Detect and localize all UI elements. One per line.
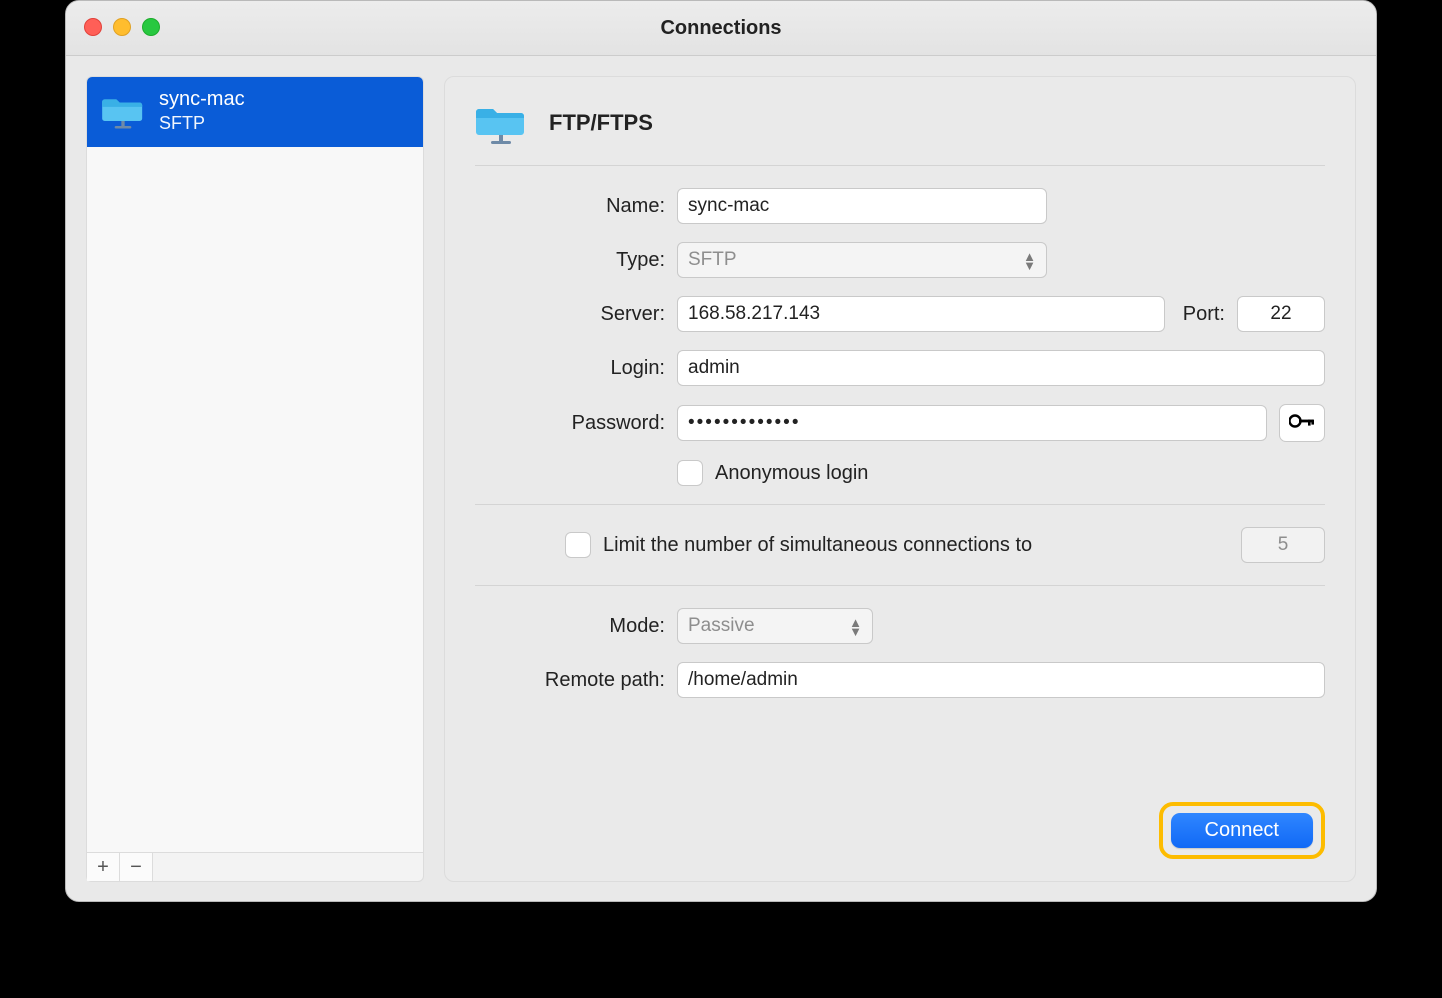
panel-title: FTP/FTPS [549, 110, 653, 136]
window-title: Connections [660, 17, 781, 40]
type-label: Type: [475, 249, 665, 272]
connection-name: sync-mac [159, 87, 245, 112]
mode-label: Mode: [475, 615, 665, 638]
anonymous-label: Anonymous login [715, 462, 868, 485]
connect-button[interactable]: Connect [1171, 813, 1314, 848]
type-select[interactable]: SFTP [677, 242, 1047, 278]
server-label: Server: [475, 303, 665, 326]
name-label: Name: [475, 195, 665, 218]
limit-connections-checkbox[interactable] [565, 532, 591, 558]
mode-value: Passive [688, 615, 755, 637]
content: sync-mac SFTP + − [66, 56, 1376, 902]
window-controls [84, 18, 160, 36]
connections-list[interactable]: sync-mac SFTP [86, 76, 424, 852]
zoom-window-button[interactable] [142, 18, 160, 36]
port-label: Port: [1177, 303, 1225, 326]
login-input[interactable] [677, 350, 1325, 386]
remote-path-input[interactable] [677, 662, 1325, 698]
server-input[interactable] [677, 296, 1165, 332]
login-label: Login: [475, 357, 665, 380]
network-folder-icon [475, 99, 527, 147]
divider [475, 504, 1325, 505]
limit-connections-label: Limit the number of simultaneous connect… [603, 534, 1229, 557]
connect-highlight: Connect [1159, 802, 1326, 859]
sidebar-toolbar: + − [86, 852, 424, 882]
minimize-window-button[interactable] [113, 18, 131, 36]
remove-connection-button[interactable]: − [120, 853, 153, 881]
mode-select[interactable]: Passive [677, 608, 873, 644]
connections-window: Connections sync-mac SFTP [65, 0, 1377, 902]
anonymous-checkbox[interactable] [677, 460, 703, 486]
connection-list-item[interactable]: sync-mac SFTP [87, 77, 423, 147]
network-folder-icon [101, 91, 145, 131]
password-label: Password: [475, 412, 665, 435]
keychain-button[interactable] [1279, 404, 1325, 442]
close-window-button[interactable] [84, 18, 102, 36]
divider [475, 165, 1325, 166]
titlebar: Connections [66, 1, 1376, 56]
connection-details-panel: FTP/FTPS Name: Type: SFTP Server: [444, 76, 1356, 882]
name-input[interactable] [677, 188, 1047, 224]
chevron-updown-icon [1023, 253, 1036, 270]
key-icon [1289, 413, 1315, 434]
remote-path-label: Remote path: [475, 669, 665, 692]
type-value: SFTP [688, 249, 737, 271]
chevron-updown-icon [849, 619, 862, 636]
max-connections-input[interactable] [1241, 527, 1325, 563]
add-connection-button[interactable]: + [87, 853, 120, 881]
panel-header: FTP/FTPS [475, 99, 1325, 165]
connection-protocol: SFTP [159, 112, 245, 135]
connections-sidebar: sync-mac SFTP + − [86, 76, 424, 882]
password-input[interactable] [677, 405, 1267, 441]
port-input[interactable] [1237, 296, 1325, 332]
divider [475, 585, 1325, 586]
